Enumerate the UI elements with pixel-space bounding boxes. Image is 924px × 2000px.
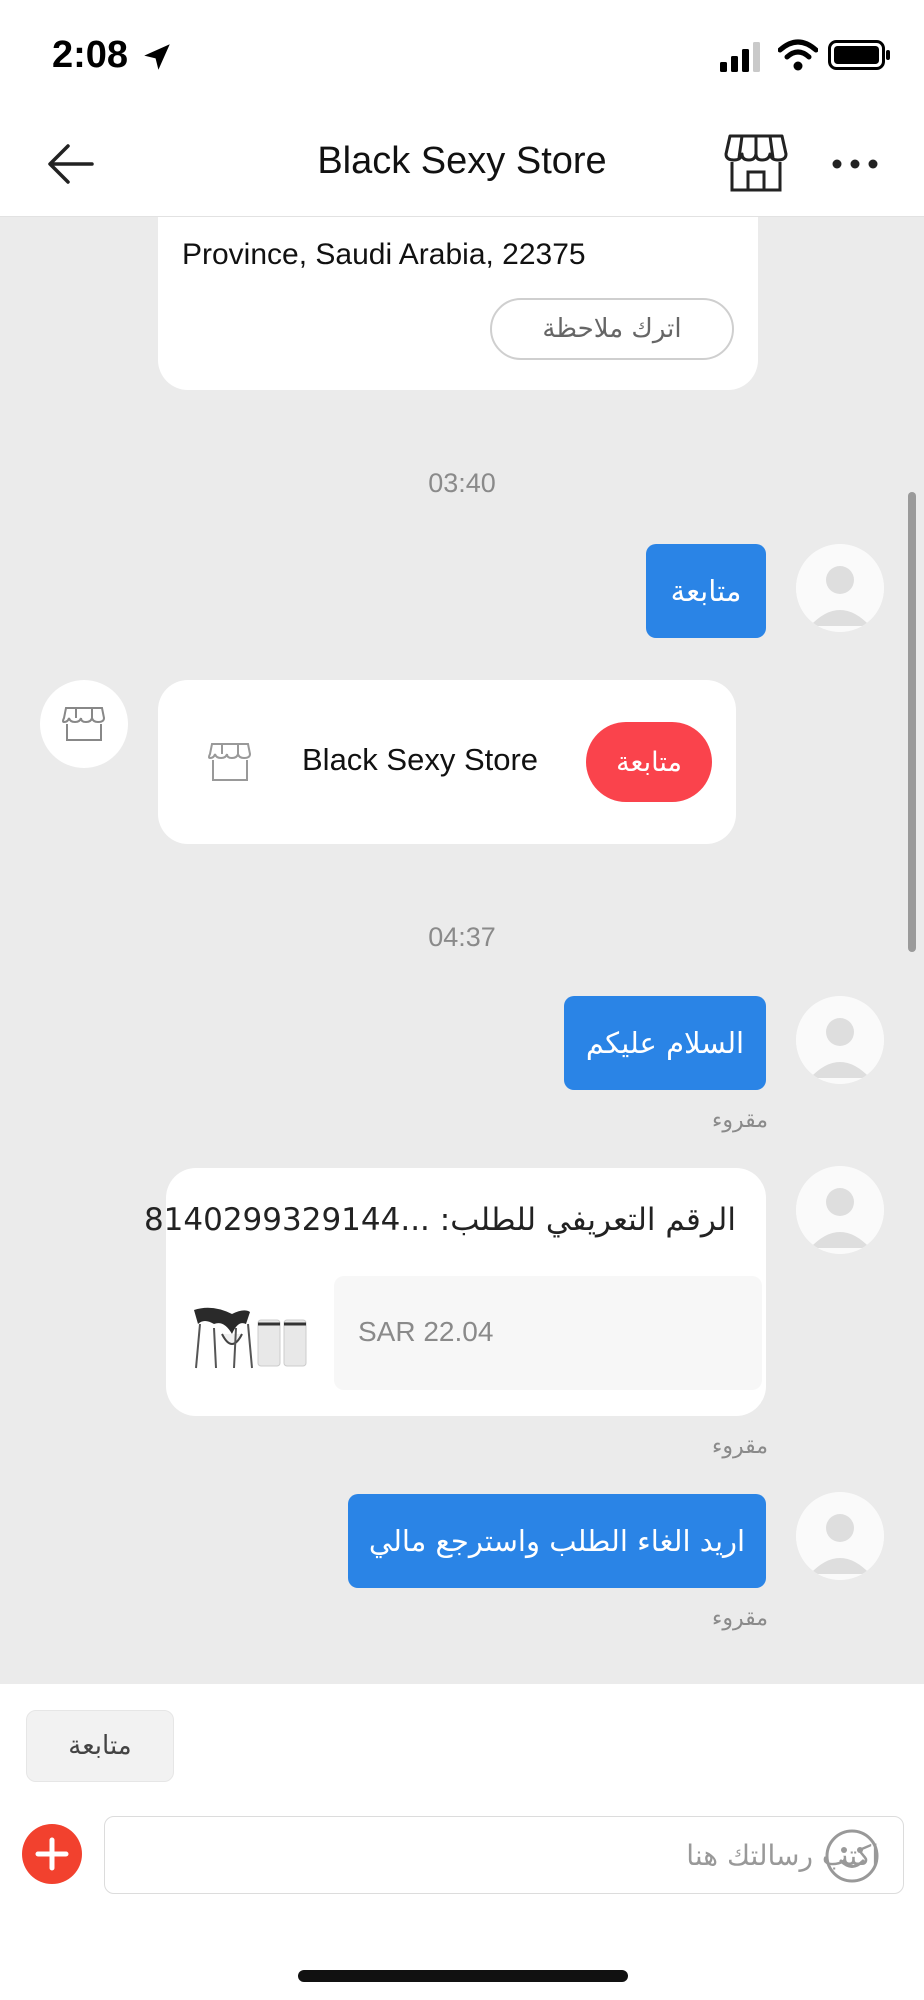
avatar-icon xyxy=(796,1492,884,1580)
address-text: Province, Saudi Arabia, 22375 xyxy=(182,238,586,271)
read-status: مقروء xyxy=(712,1108,769,1133)
more-icon[interactable] xyxy=(830,148,880,180)
avatar xyxy=(796,996,884,1084)
store-icon xyxy=(208,743,252,781)
order-id-text: الرقم التعريفي للطلب: ...8140299329144 xyxy=(143,1202,736,1238)
avatar-icon xyxy=(796,996,884,1084)
signal-icon xyxy=(720,42,760,72)
avatar-icon xyxy=(796,544,884,632)
order-price-box: SAR 22.04 xyxy=(334,1276,762,1390)
avatar-icon xyxy=(796,1166,884,1254)
timestamp: 04:37 xyxy=(428,922,496,952)
message-bubble[interactable]: متابعة xyxy=(646,544,766,638)
store-avatar xyxy=(40,680,128,768)
message-input[interactable] xyxy=(104,1816,904,1894)
chat-message-list[interactable]: Province, Saudi Arabia, 22375 اترك ملاحظ… xyxy=(0,216,924,1684)
store-icon xyxy=(62,707,106,741)
address-card: Province, Saudi Arabia, 22375 اترك ملاحظ… xyxy=(158,216,758,390)
attach-button[interactable] xyxy=(22,1824,82,1884)
timestamp: 03:40 xyxy=(428,468,496,498)
status-bar: 2:08 xyxy=(0,0,924,112)
order-card[interactable]: الرقم التعريفي للطلب: ...8140299329144 S… xyxy=(144,1168,766,1416)
store-card[interactable]: Black Sexy Store متابعة xyxy=(158,680,736,844)
leave-note-button[interactable]: اترك ملاحظة xyxy=(490,298,734,360)
store-icon[interactable] xyxy=(724,132,788,194)
emoji-icon[interactable] xyxy=(824,1828,880,1884)
plus-icon xyxy=(35,1837,69,1871)
product-thumbnail xyxy=(194,1307,307,1369)
status-time: 2:08 xyxy=(52,34,129,76)
follow-store-button[interactable]: متابعة xyxy=(586,722,712,802)
avatar xyxy=(796,1492,884,1580)
quick-reply-follow[interactable]: متابعة xyxy=(26,1710,174,1782)
read-status: مقروء xyxy=(712,1606,769,1631)
avatar xyxy=(796,1166,884,1254)
composer-area: متابعة xyxy=(0,1684,924,2000)
read-status: مقروء xyxy=(712,1434,769,1459)
wifi-icon xyxy=(778,39,818,71)
order-price: SAR 22.04 xyxy=(358,1316,494,1347)
scrollbar[interactable] xyxy=(908,492,916,952)
location-arrow-icon xyxy=(144,44,170,70)
chat-header: Black Sexy Store xyxy=(0,112,924,216)
order-product[interactable]: SAR 22.04 xyxy=(186,1276,766,1390)
store-name: Black Sexy Store xyxy=(302,742,539,777)
avatar xyxy=(796,544,884,632)
battery-icon xyxy=(828,40,890,70)
message-bubble[interactable]: اريد الغاء الطلب واسترجع مالي xyxy=(348,1494,766,1588)
message-bubble[interactable]: السلام عليكم xyxy=(564,996,766,1090)
home-indicator xyxy=(298,1970,628,1982)
